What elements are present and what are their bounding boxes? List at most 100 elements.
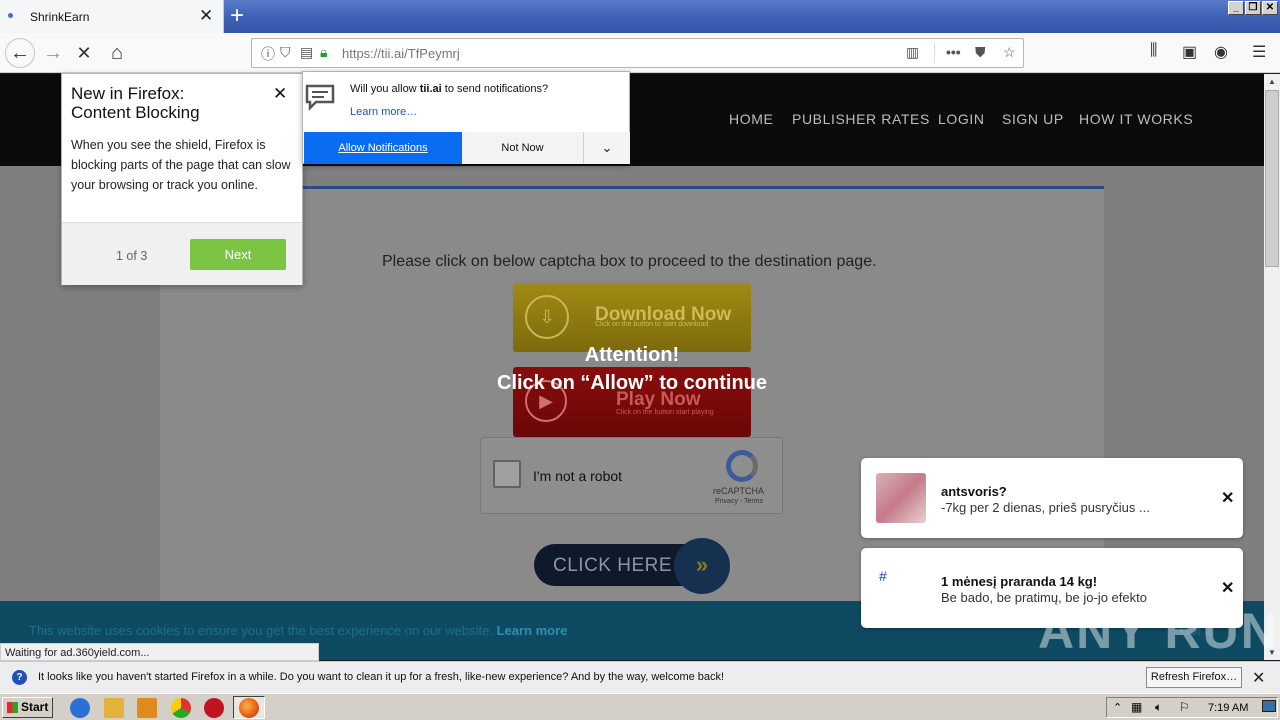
not-now-button[interactable]: Not Now xyxy=(462,132,584,164)
close-tab-icon[interactable]: ✕ xyxy=(199,7,213,24)
popup-body: When you see the shield, Firefox is bloc… xyxy=(71,138,291,192)
allow-notifications-button[interactable]: Allow Notifications xyxy=(304,132,462,164)
hash-icon: # xyxy=(879,568,887,584)
nav-home[interactable]: HOME xyxy=(729,111,773,127)
url-text[interactable]: https://tii.ai/TfPeymrj xyxy=(342,46,460,61)
chevron-down-icon[interactable]: ⌄ xyxy=(584,132,630,164)
tab-strip: ShrinkEarn ✕ + _ ❐ ✕ xyxy=(0,0,1280,33)
nav-publisher-rates[interactable]: PUBLISHER RATES xyxy=(792,111,930,127)
captcha-message: Please click on below captcha box to pro… xyxy=(382,253,877,270)
opera-icon[interactable] xyxy=(204,698,224,718)
question-prefix: Will you allow xyxy=(350,83,420,95)
download-icon: ⇩ xyxy=(525,295,569,339)
start-button[interactable]: Start xyxy=(2,697,53,718)
recaptcha-checkbox[interactable] xyxy=(493,460,521,488)
tab-shrinkearn[interactable]: ShrinkEarn ✕ xyxy=(0,0,224,33)
reader-view-icon[interactable]: ▥ xyxy=(906,44,919,61)
recaptcha-terms[interactable]: Privacy - Terms xyxy=(715,498,763,505)
watermark: ANY RUN xyxy=(1038,603,1279,659)
nav-sign-up[interactable]: SIGN UP xyxy=(1002,111,1064,127)
restore-button[interactable]: ❐ xyxy=(1245,1,1261,15)
sidebar-icon[interactable]: ▣ xyxy=(1182,42,1197,62)
question-site: tii.ai xyxy=(419,83,442,95)
toast-thumbnail xyxy=(876,473,926,523)
toast-title: 1 mėnesį praranda 14 kg! xyxy=(941,574,1098,589)
volume-icon[interactable]: 🔈︎ xyxy=(1155,700,1162,715)
minimize-button[interactable]: _ xyxy=(1228,1,1244,15)
new-tab-button[interactable]: + xyxy=(230,3,244,29)
clock: 7:19 AM xyxy=(1208,702,1249,714)
ie-icon[interactable] xyxy=(70,698,90,718)
close-icon[interactable]: ✕ xyxy=(1221,578,1234,598)
nav-how-it-works[interactable]: HOW IT WORKS xyxy=(1079,111,1193,127)
forward-button[interactable]: → xyxy=(39,39,67,67)
info-icon[interactable]: ⓘ xyxy=(261,44,275,64)
status-text: Waiting for ad.360yield.com... xyxy=(0,643,319,661)
scrollbar-thumb[interactable] xyxy=(1265,90,1279,267)
question-icon: ? xyxy=(12,670,27,685)
toast-message: -7kg per 2 dienas, prieš pusryčius ... xyxy=(941,500,1150,515)
close-icon[interactable]: ✕ xyxy=(1221,488,1234,508)
popup-title: New in Firefox: Content Blocking xyxy=(71,84,271,122)
folder-icon[interactable] xyxy=(104,698,124,718)
bookmark-star-icon[interactable]: ☆ xyxy=(1003,44,1016,61)
click-here-label: CLICK HERE xyxy=(553,555,673,576)
shield-icon[interactable]: ⛉ xyxy=(280,44,291,61)
account-icon[interactable]: ◉ xyxy=(1214,42,1228,62)
popup-footer: 1 of 3 Next xyxy=(62,222,302,285)
pocket-icon[interactable]: ⛊ xyxy=(975,44,986,61)
taskbar: Start ⌃ ▦ 🔈︎ ⚐ 7:19 AM xyxy=(0,693,1280,720)
divider xyxy=(934,43,935,63)
network-icon[interactable]: ▦ xyxy=(1131,700,1142,714)
close-icon[interactable]: ✕ xyxy=(273,84,287,104)
popup-title-line2: Content Blocking xyxy=(71,103,200,122)
notification-toast[interactable]: antsvoris? -7kg per 2 dienas, prieš pusr… xyxy=(861,458,1243,538)
content-blocking-popup: New in Firefox: Content Blocking ✕ When … xyxy=(61,73,303,285)
close-window-button[interactable]: ✕ xyxy=(1262,1,1278,15)
flag-icon[interactable]: ⚐ xyxy=(1179,700,1190,714)
play-sublabel: Click on the button start playing xyxy=(616,409,714,416)
loading-dot-icon xyxy=(8,13,13,18)
cookie-message: This website uses cookies to ensure you … xyxy=(29,623,493,638)
system-tray: ⌃ ▦ 🔈︎ ⚐ xyxy=(1106,697,1278,718)
media-player-icon[interactable] xyxy=(137,698,157,718)
library-icon[interactable]: ⫼ xyxy=(1150,42,1157,60)
firefox-icon xyxy=(239,698,259,718)
navigation-toolbar: ← → ✕ ⌂ ⓘ ⛉ ▤ 🔒︎ https://tii.ai/TfPeymrj… xyxy=(0,33,1280,73)
recaptcha-logo-icon xyxy=(726,450,758,482)
tray-expand-icon[interactable]: ⌃ xyxy=(1113,701,1122,714)
download-sublabel: Click on the button to start download xyxy=(595,321,709,328)
close-icon[interactable]: ✕ xyxy=(1252,668,1265,688)
attention-overlay: Attention! Click on “Allow” to continue xyxy=(440,341,824,397)
popup-title-line1: New in Firefox: xyxy=(71,84,185,103)
tab-title: ShrinkEarn xyxy=(30,10,90,24)
refresh-firefox-button[interactable]: Refresh Firefox… xyxy=(1146,667,1242,688)
cookie-learn-more-link[interactable]: Learn more xyxy=(497,623,568,638)
chrome-icon[interactable] xyxy=(171,698,191,718)
firefox-task-button[interactable] xyxy=(233,696,265,719)
learn-more-link[interactable]: Learn more… xyxy=(350,106,417,118)
cookie-text: This website uses cookies to ensure you … xyxy=(29,623,567,638)
scroll-up-arrow-icon[interactable]: ▲ xyxy=(1264,74,1280,89)
recaptcha-brand: reCAPTCHA xyxy=(713,486,765,496)
show-desktop-icon[interactable] xyxy=(1262,700,1276,712)
recaptcha-widget: I'm not a robot reCAPTCHA Privacy - Term… xyxy=(480,437,783,514)
notification-permission-icon[interactable]: ▤ xyxy=(300,44,313,61)
lock-icon[interactable]: 🔒︎ xyxy=(320,44,327,61)
back-button[interactable]: ← xyxy=(5,38,35,68)
chat-bubble-icon xyxy=(305,84,335,111)
attention-text: Click on “Allow” to continue xyxy=(497,372,767,394)
url-bar[interactable]: ⓘ ⛉ ▤ 🔒︎ https://tii.ai/TfPeymrj ▥ ••• ⛊… xyxy=(251,38,1024,68)
menu-icon[interactable]: ☰ xyxy=(1252,42,1266,62)
notification-bar-text: It looks like you haven't started Firefo… xyxy=(38,671,725,683)
home-button[interactable]: ⌂ xyxy=(103,39,131,67)
click-here-button[interactable]: CLICK HERE » xyxy=(534,538,730,594)
stop-loading-button[interactable]: ✕ xyxy=(70,39,98,67)
nav-login[interactable]: LOGIN xyxy=(938,111,985,127)
refresh-notification-bar: ? It looks like you haven't started Fire… xyxy=(0,661,1280,693)
page-actions-icon[interactable]: ••• xyxy=(946,44,961,60)
windows-flag-icon xyxy=(7,702,18,713)
start-label: Start xyxy=(21,700,49,714)
next-button[interactable]: Next xyxy=(190,239,286,270)
notification-permission-popup: Will you allow tii.ai to send notificati… xyxy=(302,71,630,164)
